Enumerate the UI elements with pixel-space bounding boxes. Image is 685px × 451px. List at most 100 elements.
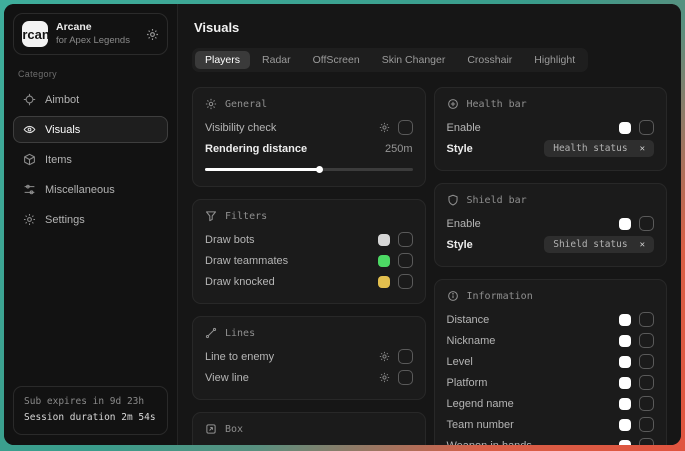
tab-players[interactable]: Players	[195, 51, 250, 69]
sidebar-item-label: Visuals	[45, 124, 80, 136]
remove-icon[interactable]: ✕	[640, 144, 645, 154]
sidebar-item-miscellaneous[interactable]: Miscellaneous	[13, 176, 168, 203]
row-label: Enable	[447, 122, 481, 134]
team-number-row: Team number	[447, 414, 655, 435]
sliders-icon	[23, 183, 36, 196]
shield-style-row: Style Shield status ✕	[447, 234, 655, 255]
view-line-checkbox[interactable]	[398, 370, 413, 385]
color-swatch[interactable]	[619, 122, 631, 134]
eye-icon	[23, 123, 36, 136]
row-label: Weapon in hands	[447, 440, 532, 446]
row-label: Visibility check	[205, 122, 276, 134]
shield-bar-card-header: Shield bar	[447, 194, 655, 206]
row-label: Style	[447, 143, 473, 155]
shield-enable-checkbox[interactable]	[639, 216, 654, 231]
tab-highlight[interactable]: Highlight	[524, 51, 585, 69]
color-swatch[interactable]	[378, 234, 390, 246]
funnel-icon	[205, 210, 217, 222]
filters-card: Filters Draw bots Draw teammates	[192, 199, 426, 304]
sidebar-item-items[interactable]: Items	[13, 146, 168, 173]
slider-fill	[205, 168, 319, 171]
sub-expires-text: Sub expires in 9d 23h	[24, 394, 157, 411]
health-enable-row: Enable	[447, 117, 655, 138]
box-icon	[205, 423, 217, 435]
color-swatch[interactable]	[619, 377, 631, 389]
shield-bar-card: Shield bar Enable Style S	[434, 183, 668, 267]
weapon-in-hands-checkbox[interactable]	[639, 438, 654, 445]
row-label: Draw bots	[205, 234, 255, 246]
app-window: Arcane Arcane for Apex Legends Category	[4, 4, 681, 445]
color-swatch[interactable]	[619, 398, 631, 410]
card-title: Shield bar	[467, 195, 527, 206]
information-card: Information Distance Nickname	[434, 279, 668, 445]
shield-style-select[interactable]: Shield status ✕	[544, 236, 654, 253]
app-name: Arcane	[56, 21, 130, 35]
visibility-check-checkbox[interactable]	[398, 120, 413, 135]
tab-crosshair[interactable]: Crosshair	[457, 51, 522, 69]
color-swatch[interactable]	[619, 335, 631, 347]
color-swatch[interactable]	[378, 276, 390, 288]
health-style-row: Style Health status ✕	[447, 138, 655, 159]
remove-icon[interactable]: ✕	[640, 240, 645, 250]
sidebar-item-settings[interactable]: Settings	[13, 206, 168, 233]
gear-icon	[23, 213, 36, 226]
line-to-enemy-row: Line to enemy	[205, 346, 413, 367]
row-label: Draw knocked	[205, 276, 275, 288]
page-title: Visuals	[194, 20, 667, 35]
main-content: Visuals Players Radar OffScreen Skin Cha…	[177, 4, 681, 445]
tag-value: Shield status	[553, 239, 627, 250]
app-subtitle: for Apex Legends	[56, 35, 130, 47]
draw-bots-checkbox[interactable]	[398, 232, 413, 247]
draw-teammates-checkbox[interactable]	[398, 253, 413, 268]
row-label: Distance	[447, 314, 490, 326]
color-swatch[interactable]	[619, 218, 631, 230]
information-card-header: Information	[447, 290, 655, 302]
team-number-checkbox[interactable]	[639, 417, 654, 432]
nickname-checkbox[interactable]	[639, 333, 654, 348]
view-line-row: View line	[205, 367, 413, 388]
card-title: Lines	[225, 328, 255, 339]
tab-skin-changer[interactable]: Skin Changer	[372, 51, 456, 69]
tab-offscreen[interactable]: OffScreen	[303, 51, 370, 69]
health-style-select[interactable]: Health status ✕	[544, 140, 654, 157]
card-columns: General Visibility check	[192, 87, 667, 445]
color-swatch[interactable]	[378, 255, 390, 267]
health-bar-card: Health bar Enable Style H	[434, 87, 668, 171]
tab-radar[interactable]: Radar	[252, 51, 301, 69]
slider-thumb[interactable]	[316, 166, 323, 173]
gear-icon[interactable]	[146, 28, 159, 41]
gear-icon[interactable]	[379, 351, 390, 362]
distance-checkbox[interactable]	[639, 312, 654, 327]
line-to-enemy-checkbox[interactable]	[398, 349, 413, 364]
cube-icon	[23, 153, 36, 166]
color-swatch[interactable]	[619, 314, 631, 326]
card-title: General	[225, 99, 267, 110]
legend-name-checkbox[interactable]	[639, 396, 654, 411]
sidebar-item-label: Miscellaneous	[45, 184, 115, 196]
gear-icon[interactable]	[379, 122, 390, 133]
color-swatch[interactable]	[619, 356, 631, 368]
level-checkbox[interactable]	[639, 354, 654, 369]
health-enable-checkbox[interactable]	[639, 120, 654, 135]
sun-gear-icon	[205, 98, 217, 110]
gear-icon[interactable]	[379, 372, 390, 383]
row-label: Nickname	[447, 335, 496, 347]
platform-checkbox[interactable]	[639, 375, 654, 390]
health-cross-icon	[447, 98, 459, 110]
platform-row: Platform	[447, 372, 655, 393]
card-title: Health bar	[467, 99, 527, 110]
app-logo: Arcane	[22, 21, 48, 47]
sidebar-item-visuals[interactable]: Visuals	[13, 116, 168, 143]
color-swatch[interactable]	[619, 419, 631, 431]
row-label: View line	[205, 372, 249, 384]
sidebar-item-aimbot[interactable]: Aimbot	[13, 86, 168, 113]
color-swatch[interactable]	[619, 440, 631, 446]
crosshair-icon	[23, 93, 36, 106]
diagonal-line-icon	[205, 327, 217, 339]
shield-icon	[447, 194, 459, 206]
info-icon	[447, 290, 459, 302]
lines-card: Lines Line to enemy	[192, 316, 426, 400]
rendering-distance-slider[interactable]	[205, 163, 413, 175]
session-duration-text: Session duration 2m 54s	[24, 410, 157, 427]
draw-knocked-checkbox[interactable]	[398, 274, 413, 289]
